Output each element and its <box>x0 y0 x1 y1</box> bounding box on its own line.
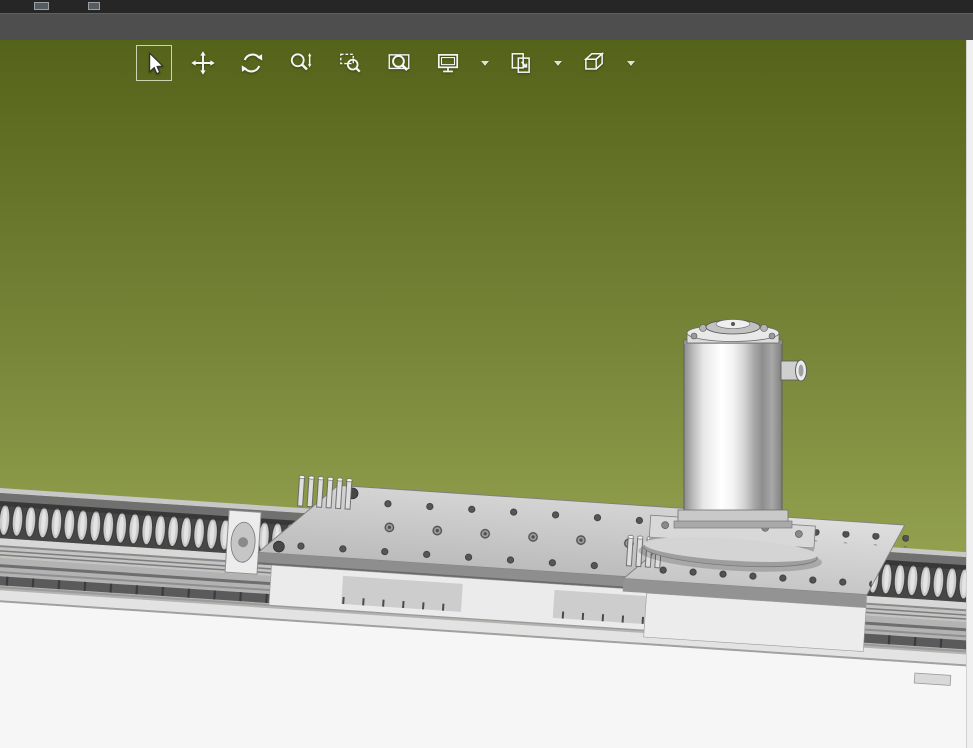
zoom-area-tool-button[interactable] <box>332 45 368 81</box>
screw-bearing-block <box>224 509 262 575</box>
zoom-icon <box>290 53 312 71</box>
view-orientation-tool-button[interactable] <box>430 45 466 81</box>
zoom-area-icon <box>340 53 361 73</box>
sheets-icon <box>511 53 530 73</box>
select-tool-button[interactable] <box>136 45 172 81</box>
pan-tool-button[interactable] <box>185 45 221 81</box>
sheets-tool-button[interactable] <box>503 45 539 81</box>
titlebar <box>0 0 973 13</box>
3d-viewport[interactable] <box>0 40 973 748</box>
app-icon[interactable] <box>34 2 49 10</box>
pan-icon <box>191 51 215 75</box>
view-orientation-dropdown-caret[interactable] <box>479 45 490 81</box>
standard-views-tool-button[interactable] <box>576 45 612 81</box>
standard-views-dropdown-caret[interactable] <box>625 45 636 81</box>
rotate-tool-button[interactable] <box>234 45 270 81</box>
cylinder-side-port <box>780 359 807 382</box>
menubar <box>0 13 973 40</box>
zoom-fit-tool-button[interactable] <box>381 45 417 81</box>
zoom-fit-icon <box>388 54 410 71</box>
3d-box-icon <box>583 52 605 70</box>
monitor-icon <box>437 54 459 73</box>
zoom-tool-button[interactable] <box>283 45 319 81</box>
select-cursor-icon <box>149 51 164 75</box>
window-right-edge <box>966 40 973 748</box>
view-toolbar <box>136 45 636 81</box>
dowel-pins <box>295 473 355 512</box>
sheets-dropdown-caret[interactable] <box>552 45 563 81</box>
document-icon[interactable] <box>88 2 100 10</box>
viewport <box>0 40 973 748</box>
rotate-icon <box>241 53 263 73</box>
edrawings-window <box>0 0 973 748</box>
